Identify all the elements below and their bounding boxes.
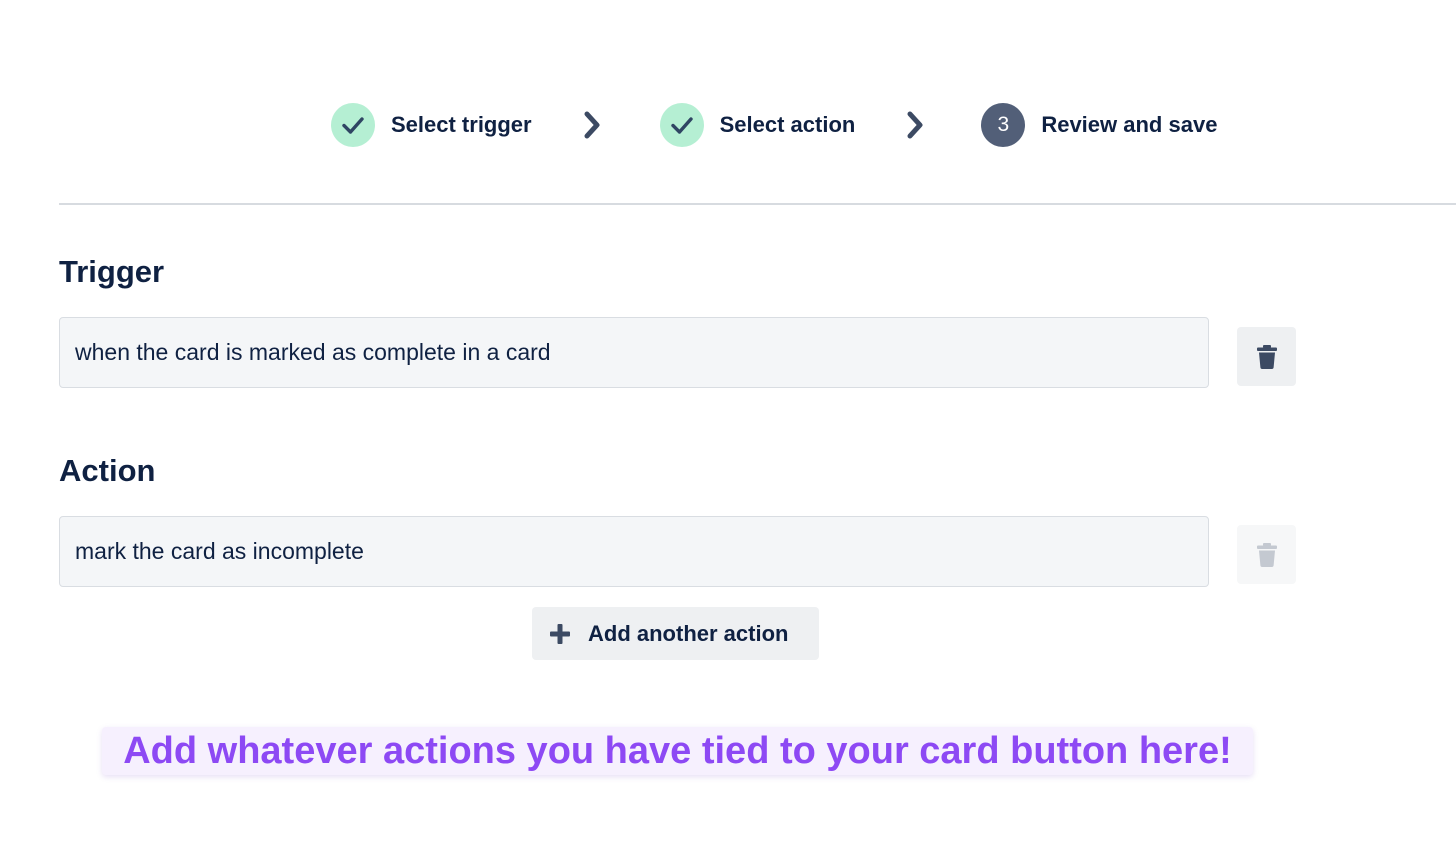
section-divider: [59, 203, 1456, 205]
check-icon: [670, 117, 693, 134]
trash-icon: [1256, 344, 1277, 369]
stepper: Select trigger Select action 3 Review an…: [331, 103, 1217, 147]
step-number-badge: 3: [981, 103, 1026, 147]
annotation-callout: Add whatever actions you have tied to yo…: [102, 727, 1253, 775]
add-another-action-button[interactable]: Add another action: [532, 607, 819, 660]
trash-icon: [1256, 542, 1277, 567]
step-complete-badge: [331, 103, 375, 147]
step-label: Select trigger: [391, 112, 532, 137]
chevron-right-icon: [580, 103, 604, 147]
step-label: Select action: [719, 112, 856, 137]
delete-trigger-button[interactable]: [1237, 327, 1296, 386]
delete-action-button[interactable]: [1237, 525, 1296, 584]
chevron-right-icon: [903, 103, 927, 147]
step-select-trigger[interactable]: Select trigger: [331, 103, 532, 147]
step-label: Review and save: [1041, 112, 1218, 137]
step-review-and-save[interactable]: 3 Review and save: [981, 103, 1217, 147]
action-field[interactable]: mark the card as incomplete: [59, 516, 1209, 587]
step-complete-badge: [659, 103, 704, 147]
step-select-action[interactable]: Select action: [659, 103, 856, 147]
check-icon: [342, 117, 364, 134]
trigger-field[interactable]: when the card is marked as complete in a…: [59, 317, 1209, 388]
action-heading: Action: [59, 453, 156, 488]
add-action-label: Add another action: [588, 620, 789, 646]
plus-icon: [550, 623, 570, 644]
trigger-heading: Trigger: [59, 254, 165, 289]
